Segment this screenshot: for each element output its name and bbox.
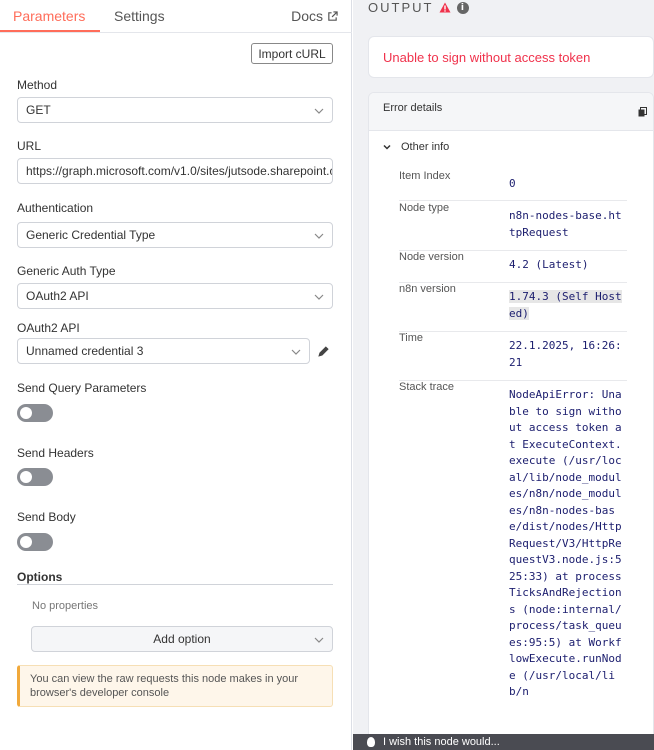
info-value: 22.1.2025, 16:26:21 — [509, 339, 622, 369]
output-panel: OUTPUT i Unable to sign without access t… — [353, 0, 654, 750]
info-row-item-index: Item Index 0 — [399, 170, 627, 201]
authentication-label: Authentication — [17, 201, 94, 215]
chevron-down-icon — [314, 637, 324, 643]
oauth2-credential-value: Unnamed credential 3 — [26, 344, 144, 358]
oauth2-api-label: OAuth2 API — [17, 321, 80, 335]
feedback-bar[interactable]: I wish this node would... — [353, 734, 654, 750]
send-body-toggle[interactable] — [17, 533, 53, 551]
url-value: https://graph.microsoft.com/v1.0/sites/j… — [26, 164, 333, 178]
generic-auth-type-value: OAuth2 API — [26, 289, 89, 303]
toggle-knob — [20, 407, 32, 419]
lightbulb-icon — [367, 737, 375, 747]
chevron-down-icon — [314, 108, 324, 114]
tab-parameters[interactable]: Parameters — [13, 8, 85, 24]
authentication-value: Generic Credential Type — [26, 228, 156, 242]
error-message: Unable to sign without access token — [383, 49, 591, 65]
chevron-down-icon — [291, 349, 301, 355]
oauth2-credential-select[interactable]: Unnamed credential 3 — [17, 338, 310, 364]
chevron-down-icon — [314, 233, 324, 239]
docs-link[interactable]: Docs — [291, 8, 338, 24]
info-row-time: Time 22.1.2025, 16:26:21 — [399, 332, 627, 381]
tab-bar: Parameters Settings Docs — [0, 0, 352, 33]
output-title: OUTPUT — [368, 0, 434, 15]
output-header: OUTPUT i — [368, 0, 470, 15]
send-headers-label: Send Headers — [17, 446, 94, 460]
active-tab-indicator — [0, 30, 100, 32]
other-info-toggle[interactable]: Other info — [383, 141, 449, 153]
info-row-stack-trace: Stack trace NodeApiError: Unable to sign… — [399, 381, 627, 750]
info-icon[interactable]: i — [457, 1, 470, 14]
url-input[interactable]: https://graph.microsoft.com/v1.0/sites/j… — [17, 158, 333, 184]
error-details-title: Error details — [383, 102, 443, 114]
import-curl-button[interactable]: Import cURL — [251, 43, 333, 64]
copy-icon[interactable] — [638, 107, 647, 117]
add-option-label: Add option — [153, 632, 211, 646]
method-label: Method — [17, 78, 58, 92]
developer-console-notice: You can view the raw requests this node … — [17, 665, 333, 707]
info-row-node-version: Node version 4.2 (Latest) — [399, 251, 627, 283]
authentication-select[interactable]: Generic Credential Type — [17, 222, 333, 248]
info-value: 0 — [509, 177, 516, 190]
external-link-icon — [328, 10, 338, 21]
info-row-n8n-version: n8n version 1.74.3 (Self Hosted) — [399, 283, 627, 332]
generic-auth-type-label: Generic Auth Type — [17, 264, 116, 278]
info-key: Time — [399, 332, 424, 344]
warning-icon — [439, 2, 451, 13]
options-divider — [17, 584, 333, 585]
toggle-knob — [20, 471, 32, 483]
parameters-panel: Parameters Settings Docs Import cURL Met… — [0, 0, 352, 750]
info-key: n8n version — [399, 283, 456, 295]
chevron-down-icon — [383, 144, 391, 150]
error-message-box: Unable to sign without access token — [368, 36, 654, 78]
pencil-icon[interactable] — [317, 345, 330, 358]
send-query-label: Send Query Parameters — [17, 381, 147, 395]
feedback-text: I wish this node would... — [383, 736, 500, 748]
toggle-knob — [20, 536, 32, 548]
chevron-down-icon — [314, 294, 324, 300]
send-body-label: Send Body — [17, 510, 76, 524]
error-details-panel: Error details Other info Item Index 0 No… — [368, 92, 654, 750]
error-details-header: Error details — [369, 93, 653, 131]
info-value: 4.2 (Latest) — [509, 258, 589, 271]
method-select[interactable]: GET — [17, 97, 333, 123]
generic-auth-type-select[interactable]: OAuth2 API — [17, 283, 333, 309]
options-title: Options — [17, 570, 63, 584]
method-value: GET — [26, 103, 51, 117]
send-headers-toggle[interactable] — [17, 468, 53, 486]
info-value: NodeApiError: Unable to sign without acc… — [509, 388, 622, 698]
info-key: Stack trace — [399, 381, 455, 393]
send-query-toggle[interactable] — [17, 404, 53, 422]
docs-label: Docs — [291, 8, 323, 24]
other-info-label: Other info — [401, 141, 450, 153]
info-value: n8n-nodes-base.httpRequest — [509, 209, 622, 239]
highlighted-value: 1.74.3 (Self Hosted) — [509, 290, 622, 320]
add-option-button[interactable]: Add option — [31, 626, 333, 652]
info-row-node-type: Node type n8n-nodes-base.httpRequest — [399, 202, 627, 251]
tab-settings[interactable]: Settings — [114, 8, 165, 24]
info-value: 1.74.3 (Self Hosted) — [509, 289, 627, 322]
info-key: Item Index — [399, 170, 451, 182]
info-key: Node version — [399, 251, 464, 263]
no-properties-text: No properties — [32, 600, 99, 612]
url-label: URL — [17, 139, 42, 153]
info-key: Node type — [399, 202, 450, 214]
